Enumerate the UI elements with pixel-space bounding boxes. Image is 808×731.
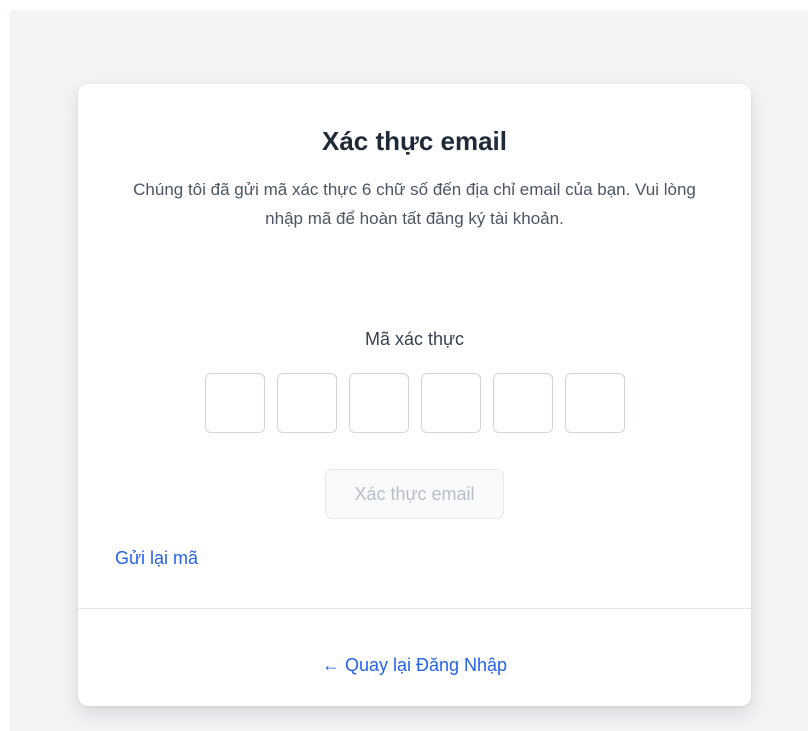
code-digit-input-4[interactable] — [421, 373, 481, 433]
back-to-login-link[interactable]: ← Quay lại Đăng Nhập — [78, 653, 751, 677]
verification-code-inputs — [205, 373, 625, 433]
code-digit-input-3[interactable] — [349, 373, 409, 433]
code-digit-input-1[interactable] — [205, 373, 265, 433]
resend-code-link[interactable]: Gửi lại mã — [115, 546, 198, 570]
verify-email-button[interactable]: Xác thực email — [325, 469, 504, 519]
verification-description: Chúng tôi đã gửi mã xác thực 6 chữ số đế… — [133, 180, 696, 228]
code-digit-input-2[interactable] — [277, 373, 337, 433]
verification-code-label: Mã xác thực — [364, 329, 465, 349]
code-digit-input-6[interactable] — [565, 373, 625, 433]
verify-email-card: Xác thực email Chúng tôi đã gửi mã xác t… — [78, 84, 751, 706]
card-divider — [78, 608, 751, 609]
code-digit-input-5[interactable] — [493, 373, 553, 433]
page-title: Xác thực email — [321, 126, 508, 156]
